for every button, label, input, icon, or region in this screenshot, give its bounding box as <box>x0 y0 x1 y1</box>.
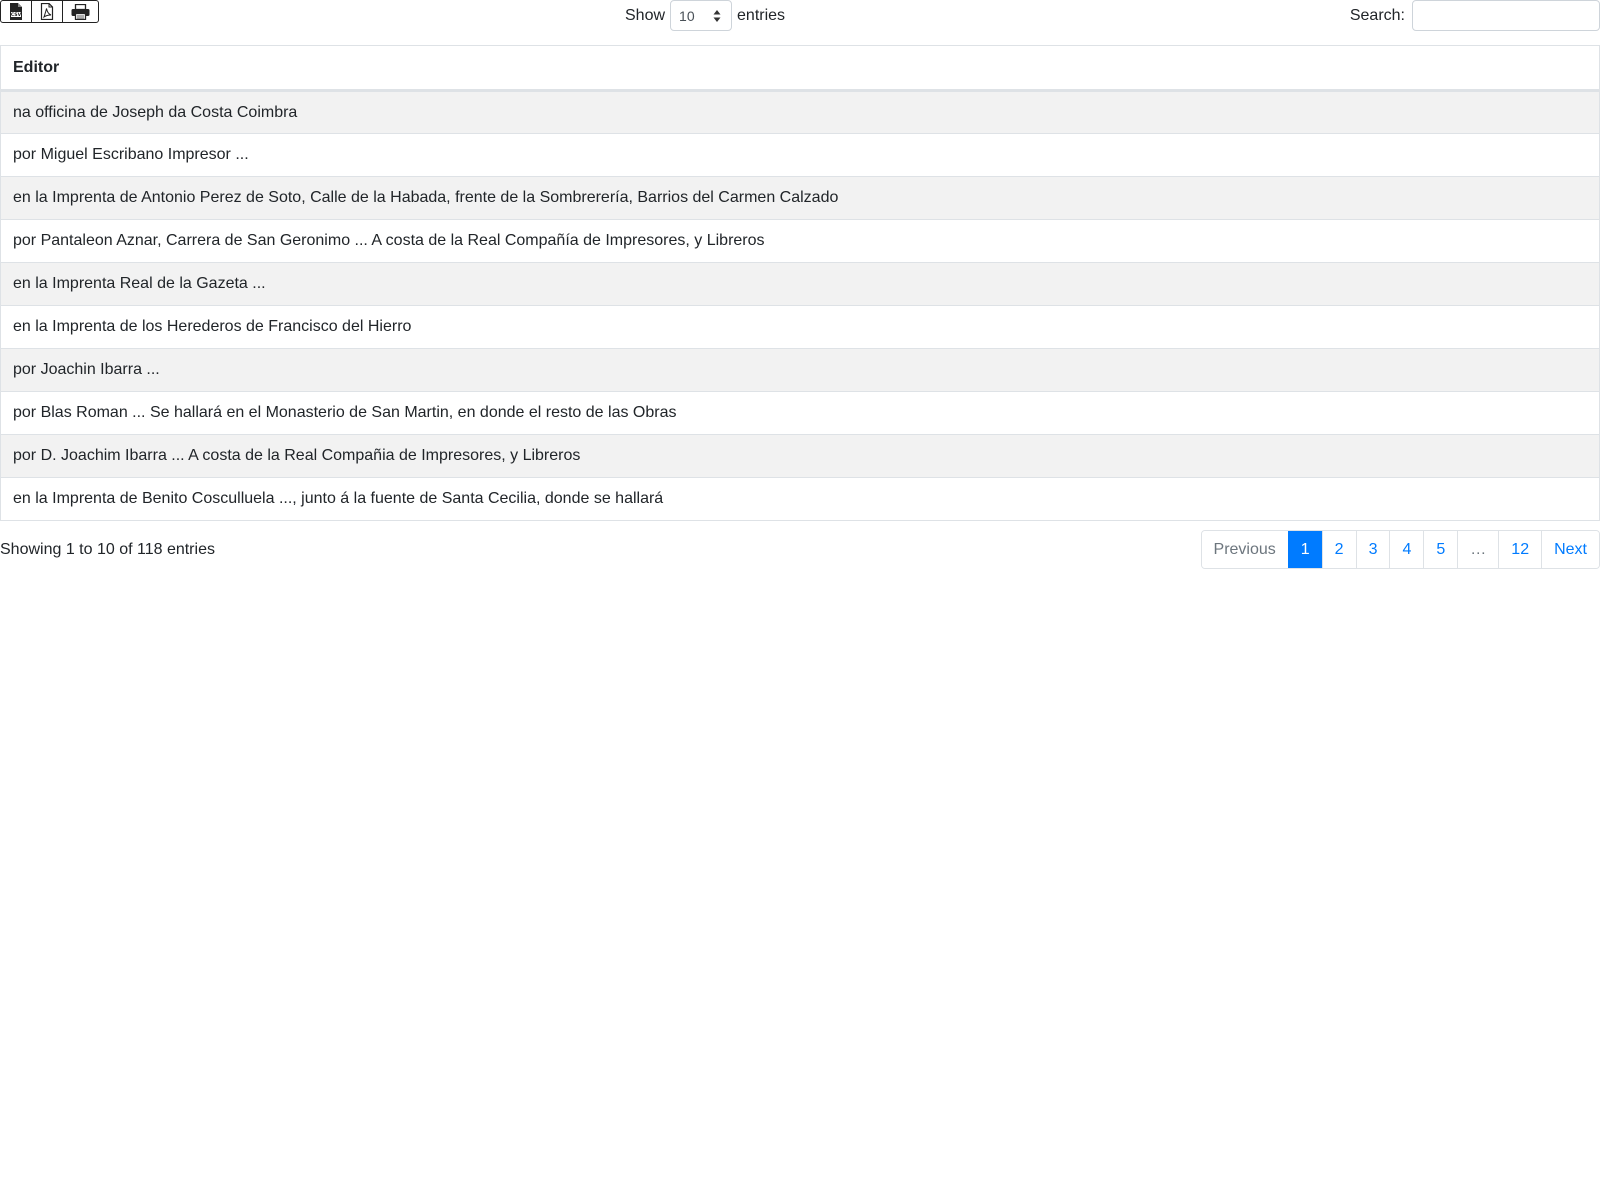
table-row: na officina de Joseph da Costa Coimbra <box>0 90 1600 134</box>
table-row: en la Imprenta Real de la Gazeta ... <box>0 262 1600 306</box>
page-button-1[interactable]: 1 <box>1287 531 1322 568</box>
print-icon <box>71 3 90 20</box>
page-button-3[interactable]: 3 <box>1355 531 1390 568</box>
table-row: por Miguel Escribano Impresor ... <box>0 133 1600 177</box>
table-cell: por Miguel Escribano Impresor ... <box>0 133 1600 177</box>
editor-table: Editor na officina de Joseph da Costa Co… <box>0 45 1600 521</box>
table-row: en la Imprenta de Benito Cosculluela ...… <box>0 477 1600 521</box>
select-arrows-icon <box>713 10 721 22</box>
table-row: por D. Joachim Ibarra ... A costa de la … <box>0 434 1600 478</box>
table-info: Showing 1 to 10 of 118 entries <box>0 541 215 558</box>
table-cell: por Blas Roman ... Se hallará en el Mona… <box>0 391 1600 435</box>
table-cell: en la Imprenta de los Herederos de Franc… <box>0 305 1600 349</box>
page-length-value: 10 <box>679 7 695 24</box>
table-row: por Blas Roman ... Se hallará en el Mona… <box>0 391 1600 435</box>
table-row: en la Imprenta de los Herederos de Franc… <box>0 305 1600 349</box>
table-row: por Pantaleon Aznar, Carrera de San Gero… <box>0 219 1600 263</box>
page-length-select[interactable]: 10 <box>670 0 733 31</box>
search-control: Search: <box>1350 0 1600 31</box>
show-label: Show <box>625 6 666 24</box>
pagination-ellipsis: … <box>1457 531 1499 568</box>
pagination: Previous 1 2 3 4 5 … 12 Next <box>1200 530 1600 569</box>
entries-label: entries <box>737 6 786 24</box>
table-cell: por D. Joachim Ibarra ... A costa de la … <box>0 434 1600 478</box>
table-cell: en la Imprenta de Benito Cosculluela ...… <box>0 477 1600 521</box>
page-length-control: Show 10 entries <box>625 0 785 31</box>
previous-page-button[interactable]: Previous <box>1201 531 1288 568</box>
table-cell: en la Imprenta de Antonio Perez de Soto,… <box>0 176 1600 220</box>
page-button-2[interactable]: 2 <box>1321 531 1356 568</box>
column-header-editor[interactable]: Editor <box>0 45 1600 92</box>
table-header-row: Editor <box>0 45 1600 92</box>
editor-table-wrapper: Editor na officina de Joseph da Costa Co… <box>0 45 1600 521</box>
table-cell: na officina de Joseph da Costa Coimbra <box>0 90 1600 134</box>
csv-export-button[interactable]: CSV <box>1 1 32 22</box>
page: CSV Show 10 entries Search: Editor na of… <box>0 0 1600 1200</box>
pdf-file-icon <box>40 3 54 20</box>
page-button-4[interactable]: 4 <box>1389 531 1424 568</box>
export-button-group: CSV <box>0 0 99 23</box>
table-cell: por Joachin Ibarra ... <box>0 348 1600 392</box>
csv-icon-text: CSV <box>11 12 22 18</box>
table-cell: en la Imprenta Real de la Gazeta ... <box>0 262 1600 306</box>
page-button-12[interactable]: 12 <box>1498 531 1542 568</box>
next-page-button[interactable]: Next <box>1541 531 1599 568</box>
pdf-export-button[interactable] <box>32 1 63 22</box>
search-label: Search: <box>1349 6 1405 24</box>
print-button[interactable] <box>63 1 98 22</box>
table-row: por Joachin Ibarra ... <box>0 348 1600 392</box>
page-button-5[interactable]: 5 <box>1423 531 1458 568</box>
search-input[interactable] <box>1412 0 1600 31</box>
table-cell: por Pantaleon Aznar, Carrera de San Gero… <box>0 219 1600 263</box>
table-row: en la Imprenta de Antonio Perez de Soto,… <box>0 176 1600 220</box>
csv-file-icon: CSV <box>10 3 22 20</box>
